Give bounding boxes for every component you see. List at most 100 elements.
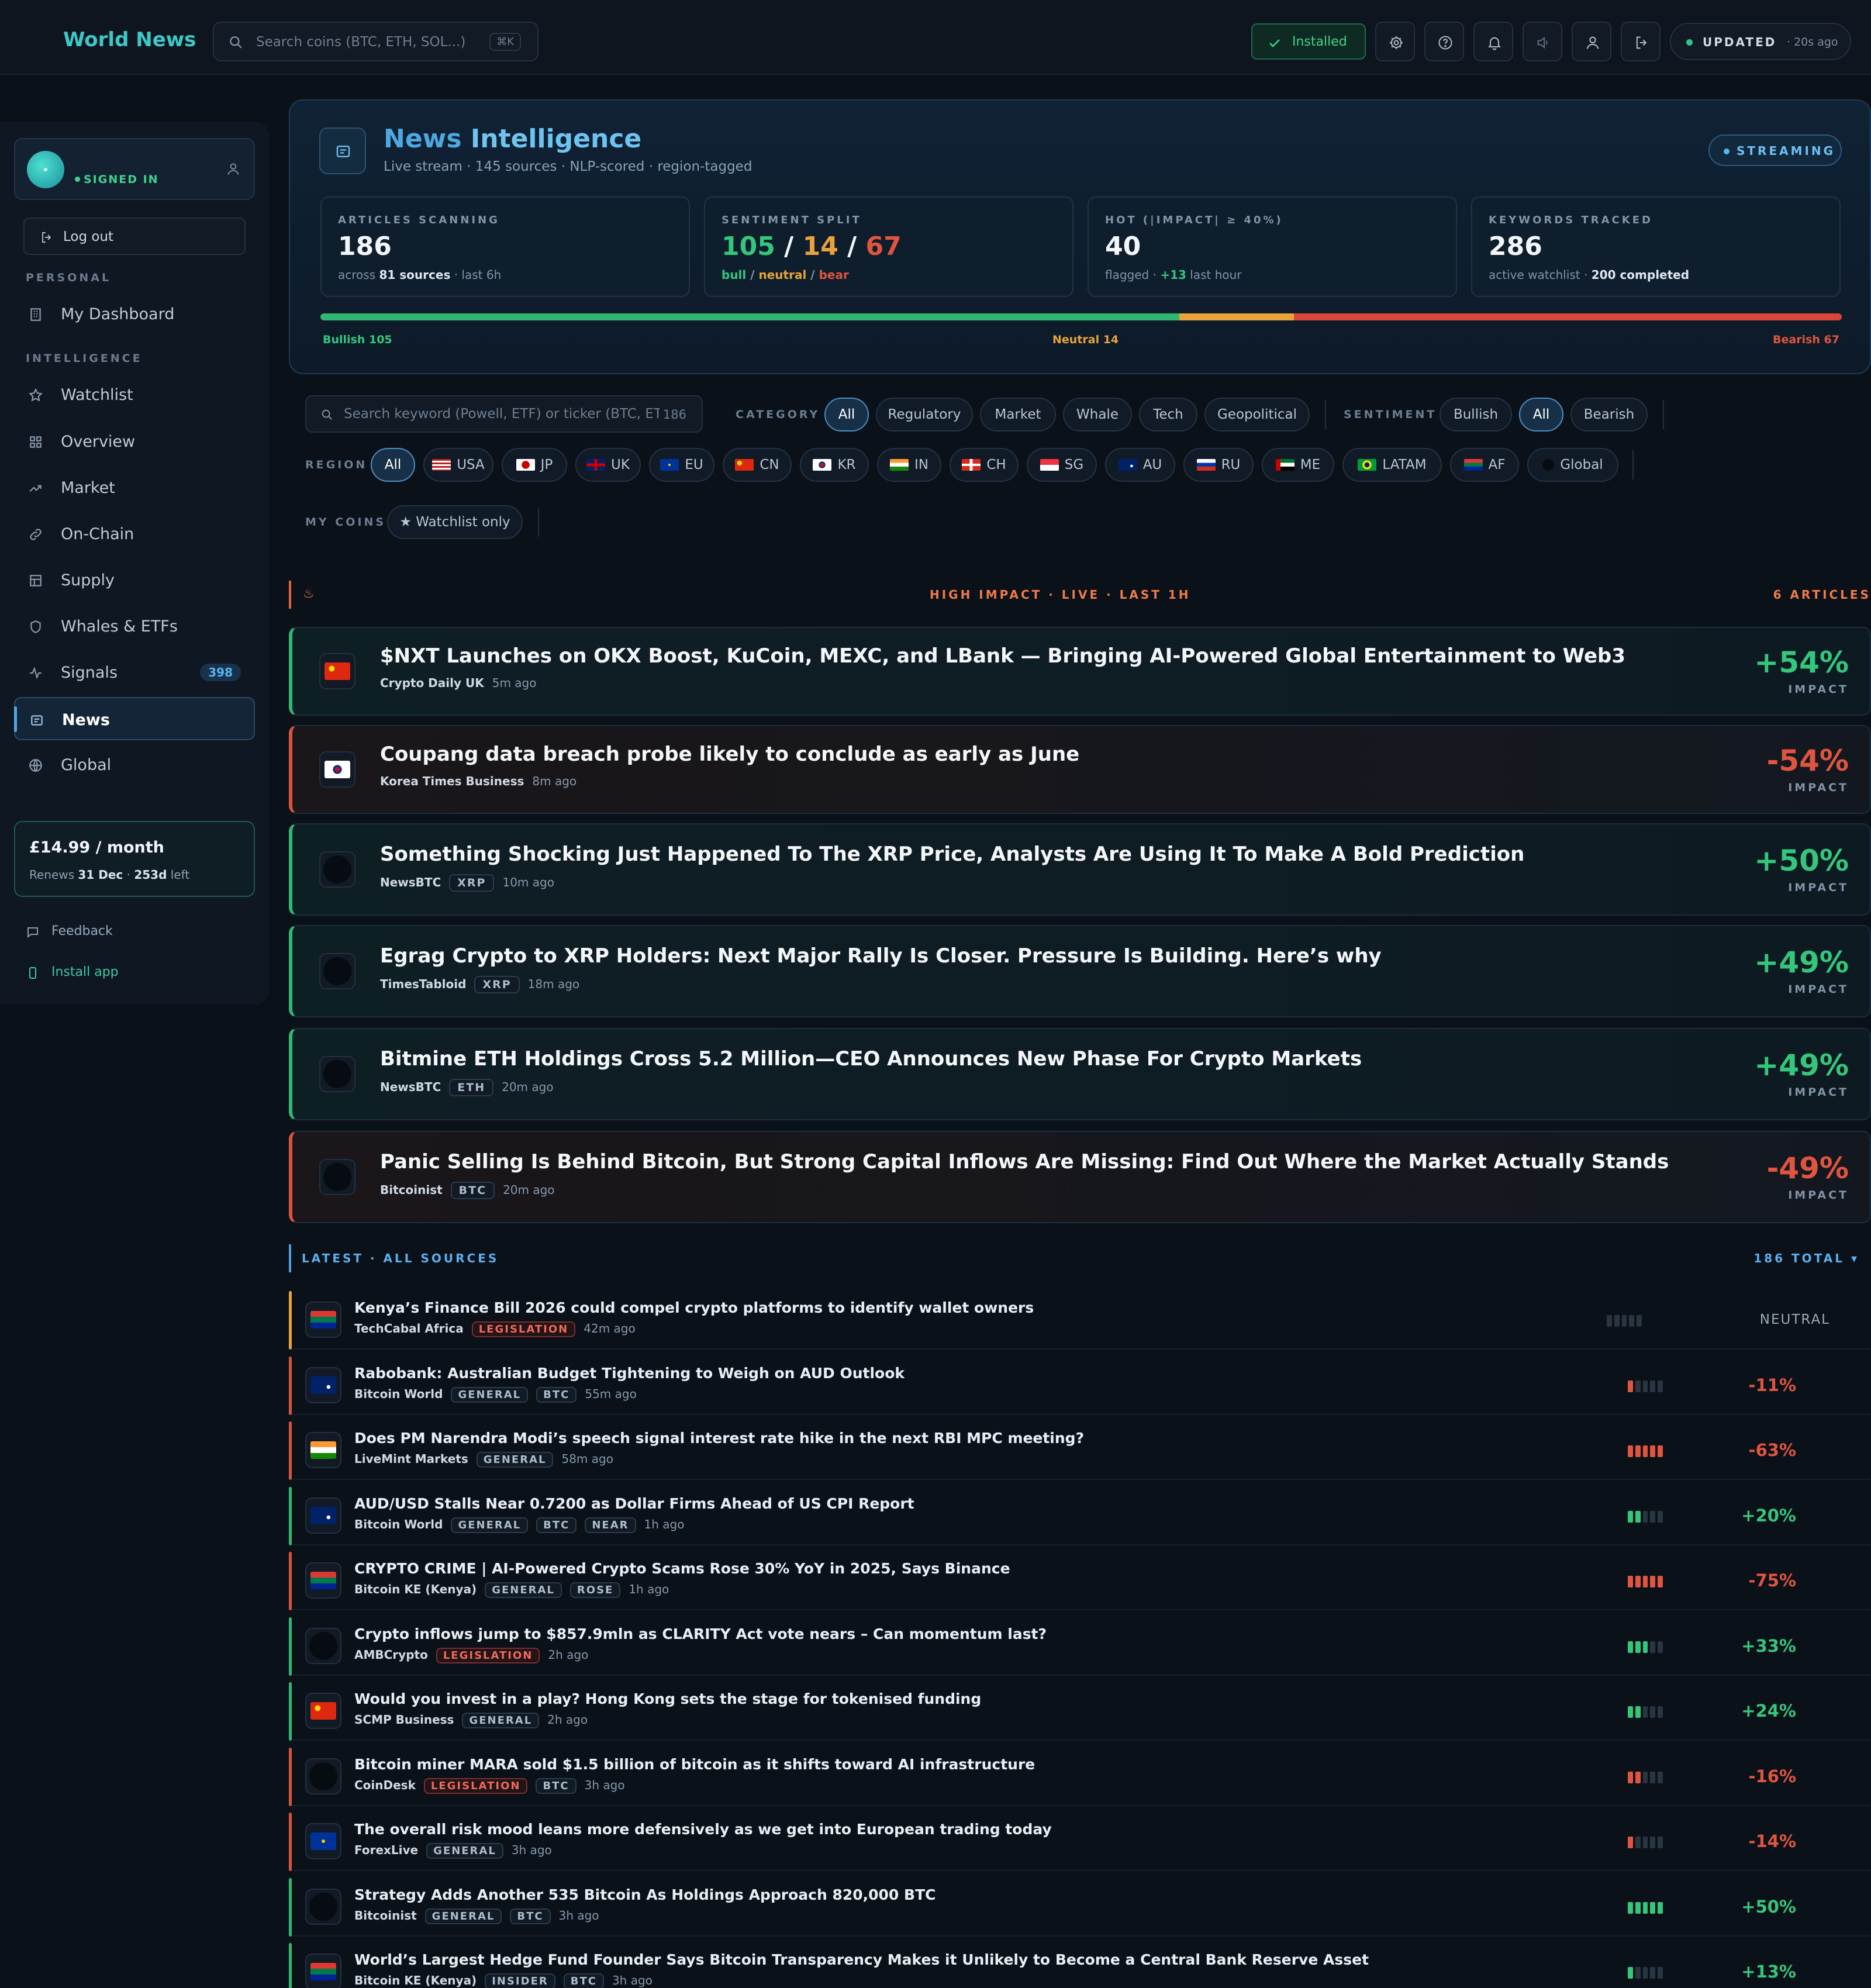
category-tag[interactable]: GENERAL [424,1908,502,1924]
sentiment-all[interactable]: All [1519,398,1563,432]
high-impact-card[interactable]: Panic Selling Is Behind Bitcoin, But Str… [289,1131,1871,1223]
region-uk[interactable]: UK [575,448,641,482]
notifications-button[interactable] [1473,22,1513,61]
high-impact-card[interactable]: Coupang data breach probe likely to conc… [289,725,1871,814]
region-global[interactable]: Global [1527,448,1618,482]
article-title[interactable]: Bitcoin miner MARA sold $1.5 billion of … [354,1756,1035,1773]
region-ch[interactable]: CH [950,448,1019,482]
logout-button[interactable]: Log out [23,218,246,255]
sentiment-bullish[interactable]: Bullish [1440,398,1512,432]
list-item[interactable]: CRYPTO CRIME | AI-Powered Crypto Scams R… [289,1551,1871,1610]
coin-tag[interactable]: XRP [474,976,520,993]
region-sg[interactable]: SG [1027,448,1097,482]
category-tag[interactable]: LEGISLATION [423,1778,528,1794]
category-market[interactable]: Market [980,398,1056,432]
category-all[interactable]: All [824,398,869,432]
high-impact-card[interactable]: Bitmine ETH Holdings Cross 5.2 Million—C… [289,1028,1871,1120]
article-title[interactable]: Crypto inflows jump to $857.9mln as CLAR… [354,1625,1047,1642]
article-title[interactable]: Bitmine ETH Holdings Cross 5.2 Million—C… [380,1047,1362,1071]
article-title[interactable]: Something Shocking Just Happened To The … [380,843,1524,866]
coin-tag[interactable]: ETH [449,1079,494,1096]
sidebar-item-watchlist[interactable]: Watchlist [14,373,255,416]
list-item[interactable]: World’s Largest Hedge Fund Founder Says … [289,1942,1871,1988]
category-tag[interactable]: GENERAL [451,1517,529,1533]
category-tag[interactable]: BTC [510,1908,551,1924]
sidebar-item-my-dashboard[interactable]: My Dashboard [14,292,255,336]
article-title[interactable]: Strategy Adds Another 535 Bitcoin As Hol… [354,1886,936,1903]
category-tag[interactable]: LEGISLATION [471,1321,576,1337]
category-tag[interactable]: NEAR [585,1517,636,1533]
category-tag[interactable]: BTC [536,1387,577,1403]
category-tag[interactable]: GENERAL [485,1582,562,1598]
sidebar-item-supply[interactable]: Supply [14,558,255,602]
region-af[interactable]: AF [1450,448,1519,482]
category-regulatory[interactable]: Regulatory [876,398,973,432]
category-tag[interactable]: LEGISLATION [436,1648,540,1663]
category-tag[interactable]: GENERAL [451,1387,529,1403]
category-tech[interactable]: Tech [1139,398,1197,432]
sidebar-item-news[interactable]: News [14,697,255,740]
category-tag[interactable]: BTC [536,1778,577,1794]
profile-card[interactable]: SIGNED IN [14,138,255,200]
list-item[interactable]: Bitcoin miner MARA sold $1.5 billion of … [289,1747,1871,1806]
article-title[interactable]: Kenya’s Finance Bill 2026 could compel c… [354,1299,1034,1316]
category-tag[interactable]: ROSE [569,1582,621,1598]
sidebar-item-global[interactable]: Global [14,743,255,786]
list-item[interactable]: Strategy Adds Another 535 Bitcoin As Hol… [289,1877,1871,1937]
high-impact-card[interactable]: $NXT Launches on OKX Boost, KuCoin, MEXC… [289,627,1871,716]
region-ru[interactable]: RU [1183,448,1254,482]
sound-button[interactable] [1523,22,1562,61]
list-item[interactable]: Does PM Narendra Modi’s speech signal in… [289,1420,1871,1480]
article-title[interactable]: Rabobank: Australian Budget Tightening t… [354,1365,905,1382]
article-title[interactable]: Does PM Narendra Modi’s speech signal in… [354,1430,1084,1447]
article-title[interactable]: Panic Selling Is Behind Bitcoin, But Str… [380,1150,1669,1174]
category-tag[interactable]: BTC [536,1517,577,1533]
article-title[interactable]: Coupang data breach probe likely to conc… [380,743,1079,766]
region-eu[interactable]: EU [649,448,714,482]
watchlist-only-toggle[interactable]: ★ Watchlist only [387,505,523,539]
category-geopolitical[interactable]: Geopolitical [1204,398,1310,432]
region-au[interactable]: AU [1105,448,1175,482]
coin-tag[interactable]: XRP [449,874,495,892]
region-in[interactable]: IN [877,448,941,482]
article-title[interactable]: CRYPTO CRIME | AI-Powered Crypto Scams R… [354,1560,1010,1577]
region-kr[interactable]: KR [800,448,869,482]
list-item[interactable]: Crypto inflows jump to $857.9mln as CLAR… [289,1616,1871,1676]
region-jp[interactable]: JP [502,448,567,482]
category-tag[interactable]: GENERAL [476,1452,554,1468]
category-tag[interactable]: GENERAL [426,1843,503,1859]
list-item[interactable]: Would you invest in a play? Hong Kong se… [289,1681,1871,1741]
region-latam[interactable]: LATAM [1342,448,1442,482]
region-usa[interactable]: USA [423,448,493,482]
category-tag[interactable]: BTC [563,1973,604,1988]
coin-tag[interactable]: BTC [450,1182,495,1199]
article-title[interactable]: Would you invest in a play? Hong Kong se… [354,1690,981,1707]
coin-search-input[interactable]: Search coins (BTC, ETH, SOL...) ⌘K [213,22,538,61]
article-title[interactable]: $NXT Launches on OKX Boost, KuCoin, MEXC… [380,644,1625,668]
high-impact-card[interactable]: Something Shocking Just Happened To The … [289,823,1871,916]
region-all[interactable]: All [371,448,415,482]
article-title[interactable]: Egrag Crypto to XRP Holders: Next Major … [380,944,1382,968]
category-whale[interactable]: Whale [1063,398,1132,432]
latest-count-toggle[interactable]: 186 TOTAL ▾ [1753,1251,1859,1265]
subscription-card[interactable]: £14.99 / month Renews 31 Dec · 253d left [14,821,255,897]
list-item[interactable]: The overall risk mood leans more defensi… [289,1811,1871,1871]
settings-button[interactable] [1375,22,1415,61]
article-title[interactable]: The overall risk mood leans more defensi… [354,1821,1052,1838]
region-cn[interactable]: CN [723,448,792,482]
region-me[interactable]: ME [1262,448,1334,482]
article-title[interactable]: AUD/USD Stalls Near 0.7200 as Dollar Fir… [354,1495,914,1512]
list-item[interactable]: Rabobank: Australian Budget Tightening t… [289,1355,1871,1415]
profile-button[interactable] [1572,22,1611,61]
high-impact-card[interactable]: Egrag Crypto to XRP Holders: Next Major … [289,925,1871,1017]
installed-button[interactable]: Installed [1251,23,1366,60]
signout-button[interactable] [1621,22,1661,61]
sidebar-item-whales-etfs[interactable]: Whales & ETFs [14,605,255,648]
sidebar-item-market[interactable]: Market [14,466,255,509]
category-tag[interactable]: INSIDER [485,1973,555,1988]
help-button[interactable] [1424,22,1464,61]
category-tag[interactable]: GENERAL [462,1713,540,1728]
sentiment-bearish[interactable]: Bearish [1570,398,1648,432]
article-title[interactable]: World’s Largest Hedge Fund Founder Says … [354,1951,1369,1968]
sidebar-item-overview[interactable]: Overview [14,420,255,463]
